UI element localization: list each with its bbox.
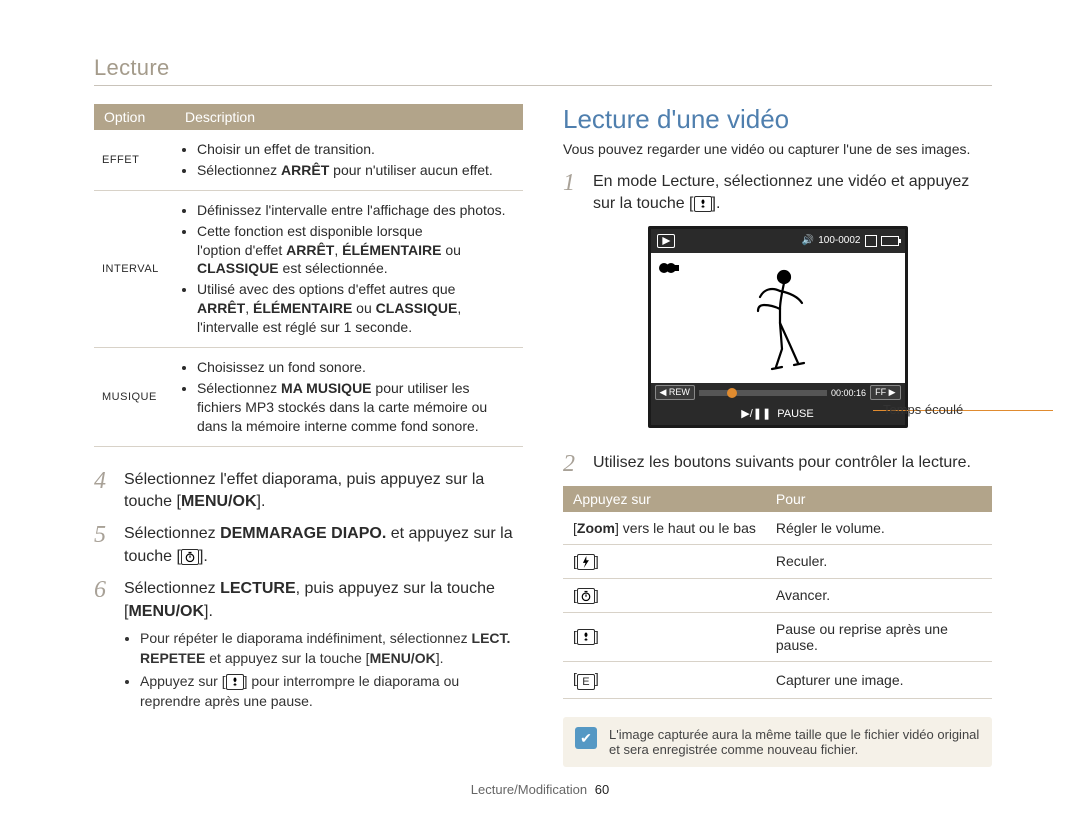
th-option: Option bbox=[94, 104, 175, 130]
page-header: Lecture bbox=[94, 55, 992, 86]
step-4: 4 Sélectionnez l'effet diaporama, puis a… bbox=[94, 469, 523, 514]
step-5: 5 Sélectionnez DEMMARAGE DIAPO. et appuy… bbox=[94, 523, 523, 568]
screen-body bbox=[651, 253, 905, 383]
desc-interval: Définissez l'intervalle entre l'affichag… bbox=[175, 190, 523, 347]
step-6: 6 Sélectionnez LECTURE, puis appuyez sur… bbox=[94, 578, 523, 715]
table-row: MUSIQUE Choisissez un fond sonore. Sélec… bbox=[94, 348, 523, 447]
options-table: Option Description EFFET Choisir un effe… bbox=[94, 104, 523, 447]
th-action: Pour bbox=[766, 486, 992, 512]
table-row: INTERVAL Définissez l'intervalle entre l… bbox=[94, 190, 523, 347]
desc-musique: Choisissez un fond sonore. Sélectionnez … bbox=[175, 348, 523, 447]
sound-icon: 🔊 bbox=[802, 235, 814, 246]
note-box: ✔ L'image capturée aura la même taille q… bbox=[563, 717, 992, 767]
controls-table: Appuyez sur Pour [Zoom] vers le haut ou … bbox=[563, 486, 992, 700]
step-2: 2 Utilisez les boutons suivants pour con… bbox=[563, 452, 992, 476]
card-icon bbox=[865, 235, 877, 247]
timer-icon bbox=[181, 549, 199, 565]
note-icon: ✔ bbox=[575, 727, 597, 749]
table-row: EFFET Choisir un effet de transition. Sé… bbox=[94, 130, 523, 190]
macro-icon bbox=[694, 196, 712, 212]
left-column: Option Description EFFET Choisir un effe… bbox=[94, 104, 523, 767]
left-steps: 4 Sélectionnez l'effet diaporama, puis a… bbox=[94, 469, 523, 716]
leader-label: Temps écoulé bbox=[883, 402, 963, 417]
table-row: [ ] Pause ou reprise après une pause. bbox=[563, 612, 992, 661]
step-1: 1 En mode Lecture, sélectionnez une vidé… bbox=[563, 171, 992, 216]
note-text: L'image capturée aura la même taille que… bbox=[609, 727, 980, 757]
desc-effet: Choisir un effet de transition. Sélectio… bbox=[175, 130, 523, 190]
screen-illustration: 🔊 100-0002 bbox=[648, 226, 908, 428]
screen-progress-bar: ◀ REW 00:00:16 FF ▶ bbox=[651, 383, 905, 403]
right-column: Lecture d'une vidéo Vous pouvez regarder… bbox=[563, 104, 992, 767]
elapsed-time: 00:00:16 bbox=[831, 388, 866, 398]
opt-interval: INTERVAL bbox=[94, 190, 175, 347]
intro-text: Vous pouvez regarder une vidéo ou captur… bbox=[563, 141, 992, 157]
counter-text: 100-0002 bbox=[818, 235, 860, 246]
table-row: [E] Capturer une image. bbox=[563, 661, 992, 699]
progress-track bbox=[699, 390, 827, 396]
ff-btn: FF ▶ bbox=[870, 385, 900, 400]
table-row: [ ] Avancer. bbox=[563, 578, 992, 612]
macro-icon bbox=[226, 674, 244, 690]
section-title: Lecture d'une vidéo bbox=[563, 104, 992, 135]
e-button-icon: E bbox=[577, 674, 595, 690]
page-title: Lecture bbox=[94, 55, 169, 80]
macro-icon bbox=[577, 629, 595, 645]
flash-icon bbox=[577, 554, 595, 570]
timer-icon bbox=[577, 588, 595, 604]
th-key: Appuyez sur bbox=[563, 486, 766, 512]
play-mode-icon bbox=[657, 234, 675, 248]
screen-pause-bar: ▶/❚❚ PAUSE bbox=[651, 403, 905, 425]
progress-dot bbox=[727, 388, 737, 398]
th-description: Description bbox=[175, 104, 523, 130]
opt-effet: EFFET bbox=[94, 130, 175, 190]
play-pause-icon: ▶/❚❚ bbox=[741, 407, 771, 420]
rew-btn: ◀ REW bbox=[655, 385, 695, 400]
page-footer: Lecture/Modification 60 bbox=[0, 782, 1080, 797]
skater-illustration bbox=[746, 267, 826, 382]
table-row: [Zoom] vers le haut ou le bas Régler le … bbox=[563, 512, 992, 545]
table-row: [ ] Reculer. bbox=[563, 544, 992, 578]
opt-musique: MUSIQUE bbox=[94, 348, 175, 447]
battery-icon bbox=[881, 236, 899, 246]
video-icon bbox=[659, 261, 679, 278]
screen-illustration-wrap: 🔊 100-0002 bbox=[563, 226, 992, 428]
screen-top-bar: 🔊 100-0002 bbox=[651, 229, 905, 253]
